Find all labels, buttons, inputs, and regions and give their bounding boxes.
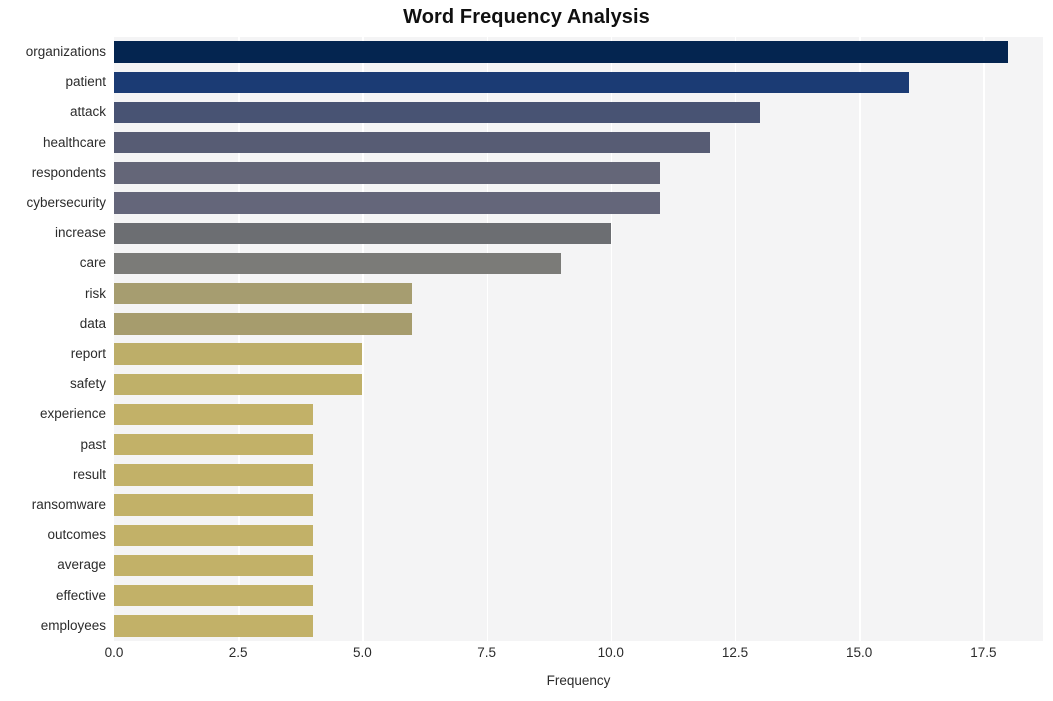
bar[interactable] (114, 554, 313, 577)
bar-row (114, 369, 1043, 399)
y-axis-tick-label: report (70, 346, 106, 361)
y-axis-tick-label: ransomware (31, 497, 106, 512)
bar-row (114, 460, 1043, 490)
bar[interactable] (114, 433, 313, 456)
bar-row (114, 188, 1043, 218)
bar-row (114, 581, 1043, 611)
bar[interactable] (114, 222, 611, 245)
bar[interactable] (114, 494, 313, 516)
bar-row (114, 97, 1043, 127)
y-axis-tick-label: organizations (25, 44, 106, 59)
chart-figure: Word Frequency Analysis organizations pat… (0, 0, 1053, 701)
bar[interactable] (114, 615, 313, 637)
y-axis-tick-label: cybersecurity (26, 195, 106, 210)
x-axis-tick-label: 0.0 (104, 645, 124, 660)
y-axis-tick-label: employees (40, 617, 106, 633)
y-axis-tick-label: attack (69, 104, 106, 120)
y-axis-tick-label: risk (85, 285, 106, 301)
bar[interactable] (114, 192, 661, 214)
bar[interactable] (114, 101, 760, 124)
bar[interactable] (114, 313, 413, 335)
bar-row (114, 399, 1043, 429)
x-axis-tick-label: 10.0 (597, 645, 624, 660)
x-axis-tick-label: 15.0 (846, 645, 873, 660)
y-axis-tick-label: increase (54, 225, 106, 241)
bar[interactable] (114, 162, 661, 184)
bar[interactable] (114, 252, 562, 275)
chart-title: Word Frequency Analysis (403, 6, 650, 28)
y-axis-tick-label: result (72, 466, 106, 482)
bar-row (114, 520, 1043, 550)
y-axis-tick-label: data (79, 315, 106, 331)
bar-row (114, 248, 1043, 278)
y-axis-tick-label: respondents (31, 164, 106, 180)
bar-row (114, 339, 1043, 369)
bar-row (114, 430, 1043, 460)
y-axis-tick-label: care (79, 255, 106, 271)
bar-row (114, 67, 1043, 97)
bar-row (114, 490, 1043, 520)
bar-row (114, 158, 1043, 188)
x-axis-title: Frequency (546, 673, 611, 688)
y-axis-tick-label: patient (65, 74, 106, 90)
y-axis-tick-label: experience (39, 406, 106, 422)
y-axis-tick-label: past (80, 436, 106, 452)
bar[interactable] (114, 373, 363, 396)
x-axis-tick-label: 17.5 (970, 645, 997, 660)
x-axis-tick-label: 12.5 (721, 645, 749, 660)
bar-row (114, 218, 1043, 248)
bar-row (114, 128, 1043, 158)
y-axis-tick-label: healthcare (42, 134, 106, 150)
plot-area (114, 37, 1043, 641)
x-axis-tick-label: 7.5 (477, 645, 496, 660)
bar[interactable] (114, 403, 313, 426)
y-axis-tick-label: safety (69, 376, 106, 392)
bar-row (114, 279, 1043, 309)
bar[interactable] (114, 71, 909, 94)
bar[interactable] (114, 524, 313, 547)
bar[interactable] (114, 282, 413, 305)
bar[interactable] (114, 41, 1009, 63)
y-axis-tick-label: effective (55, 587, 106, 603)
x-axis-tick-labels: 0.0 2.5 5.0 7.5 10.0 12.5 15.0 17.5 (105, 645, 1043, 669)
bar-row (114, 611, 1043, 641)
bar[interactable] (114, 584, 313, 607)
bar-row (114, 309, 1043, 339)
bar[interactable] (114, 131, 711, 154)
x-axis-tick-label: 2.5 (228, 645, 248, 660)
x-axis-tick-label: 5.0 (353, 645, 372, 660)
y-axis-tick-label: average (57, 557, 106, 573)
bar[interactable] (114, 464, 313, 486)
y-axis-tick-labels: organizations patient attack healthcare resp… (0, 37, 106, 641)
bar-row (114, 37, 1043, 67)
bar[interactable] (114, 343, 363, 365)
bar-row (114, 550, 1043, 580)
y-axis-tick-label: outcomes (47, 527, 106, 543)
